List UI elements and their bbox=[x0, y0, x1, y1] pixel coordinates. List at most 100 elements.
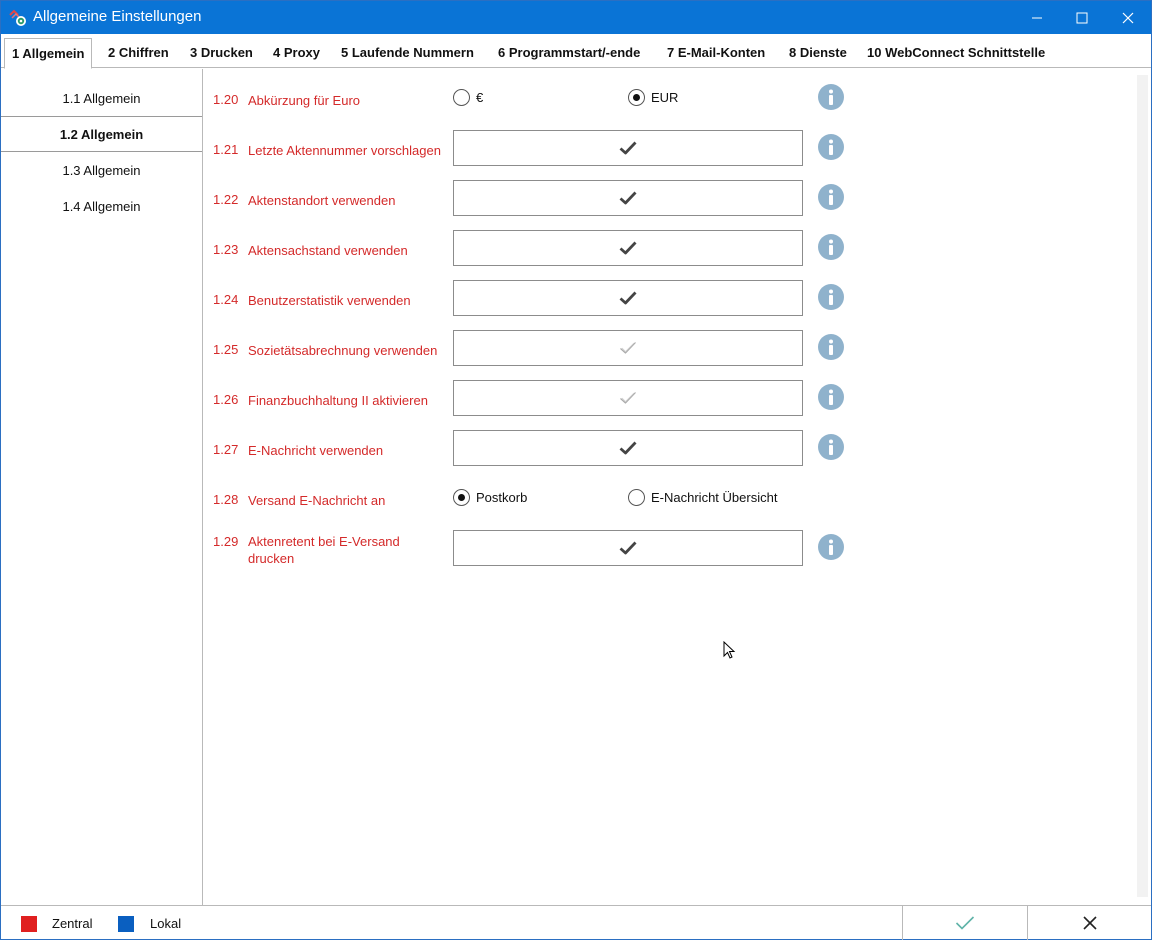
nav-item-1-3[interactable]: 1.3 Allgemein bbox=[1, 153, 202, 189]
radio-label: E-Nachricht Übersicht bbox=[651, 490, 778, 505]
radio-button[interactable] bbox=[628, 89, 645, 106]
setting-label: Abkürzung für Euro bbox=[248, 93, 361, 108]
cancel-button[interactable] bbox=[1027, 906, 1151, 940]
setting-number: 1.24 bbox=[213, 292, 239, 307]
app-settings-icon bbox=[9, 9, 26, 26]
checkmark-icon bbox=[955, 916, 974, 930]
radio-selected-dot bbox=[458, 494, 465, 501]
maximize-icon bbox=[1076, 12, 1088, 23]
minimize-icon bbox=[1032, 17, 1042, 18]
info-glyph-icon bbox=[829, 439, 833, 455]
tab-programmstart[interactable]: 6 Programmstart/-ende bbox=[498, 38, 640, 68]
tab-chiffren[interactable]: 2 Chiffren bbox=[108, 38, 169, 68]
info-icon[interactable] bbox=[818, 134, 844, 160]
setting-checkbox[interactable] bbox=[453, 130, 803, 166]
nav-item-1-2[interactable]: 1.2 Allgemein bbox=[1, 116, 202, 152]
info-icon[interactable] bbox=[818, 384, 844, 410]
setting-row: 1.20 Abkürzung für Euro € EUR bbox=[204, 73, 1134, 123]
ok-button[interactable] bbox=[902, 906, 1026, 940]
radio-button[interactable] bbox=[628, 489, 645, 506]
radio-label: Postkorb bbox=[476, 490, 528, 505]
info-glyph-icon bbox=[829, 289, 833, 305]
setting-checkbox[interactable] bbox=[453, 280, 803, 316]
setting-number: 1.20 bbox=[213, 92, 239, 107]
setting-number: 1.25 bbox=[213, 342, 239, 357]
checkmark-icon bbox=[619, 191, 637, 205]
setting-row: 1.25 Sozietätsabrechnung verwenden bbox=[204, 323, 1134, 373]
tab-allgemein[interactable]: 1 Allgemein bbox=[4, 38, 93, 69]
info-icon[interactable] bbox=[818, 334, 844, 360]
radio-selected-dot bbox=[633, 94, 640, 101]
window-title: Allgemeine Einstellungen bbox=[33, 8, 202, 25]
legend-swatch-zentral bbox=[21, 916, 37, 932]
setting-number: 1.21 bbox=[213, 142, 239, 157]
info-icon[interactable] bbox=[818, 84, 844, 110]
radio-euro-symbol[interactable]: € bbox=[453, 89, 483, 106]
checkmark-outline-icon bbox=[620, 342, 636, 354]
setting-row: 1.26 Finanzbuchhaltung II aktivieren bbox=[204, 373, 1134, 423]
settings-panel: 1.20 Abkürzung für Euro € EUR 1.21 Letzt… bbox=[204, 69, 1134, 905]
setting-row: 1.22 Aktenstandort verwenden bbox=[204, 173, 1134, 223]
checkmark-icon bbox=[619, 241, 637, 255]
close-icon bbox=[1122, 12, 1134, 23]
checkmark-icon bbox=[619, 541, 637, 555]
checkmark-icon bbox=[619, 141, 637, 155]
close-window-button[interactable] bbox=[1105, 1, 1151, 34]
setting-row: 1.21 Letzte Aktennummer vorschlagen bbox=[204, 123, 1134, 173]
maximize-button[interactable] bbox=[1059, 1, 1105, 34]
radio-button[interactable] bbox=[453, 89, 470, 106]
checkmark-outline-icon bbox=[620, 392, 636, 404]
radio-button[interactable] bbox=[453, 489, 470, 506]
mouse-cursor-icon bbox=[723, 641, 736, 659]
tab-laufende-nummern[interactable]: 5 Laufende Nummern bbox=[341, 38, 474, 68]
setting-checkbox[interactable] bbox=[453, 330, 803, 366]
vertical-scrollbar[interactable] bbox=[1134, 69, 1151, 905]
setting-checkbox[interactable] bbox=[453, 430, 803, 466]
setting-number: 1.27 bbox=[213, 442, 239, 457]
tab-dienste[interactable]: 8 Dienste bbox=[789, 38, 847, 68]
setting-checkbox[interactable] bbox=[453, 380, 803, 416]
title-bar: Allgemeine Einstellungen bbox=[1, 1, 1151, 34]
setting-label: Aktensachstand verwenden bbox=[248, 243, 408, 258]
info-icon[interactable] bbox=[818, 534, 844, 560]
setting-number: 1.26 bbox=[213, 392, 239, 407]
setting-label: Sozietätsabrechnung verwenden bbox=[248, 343, 438, 358]
setting-checkbox[interactable] bbox=[453, 180, 803, 216]
setting-label: Finanzbuchhaltung II aktivieren bbox=[248, 393, 428, 408]
setting-row: 1.28 Versand E-Nachricht an Postkorb E-N… bbox=[204, 473, 1134, 523]
setting-label: Aktenretent bei E-Versand drucken bbox=[248, 534, 400, 566]
setting-row: 1.23 Aktensachstand verwenden bbox=[204, 223, 1134, 273]
scrollbar-track[interactable] bbox=[1137, 75, 1148, 897]
minimize-button[interactable] bbox=[1014, 1, 1060, 34]
legend-swatch-lokal bbox=[118, 916, 134, 932]
info-icon[interactable] bbox=[818, 234, 844, 260]
section-nav: 1.1 Allgemein 1.2 Allgemein 1.3 Allgemei… bbox=[1, 69, 203, 905]
radio-e-nachricht-uebersicht[interactable]: E-Nachricht Übersicht bbox=[628, 489, 777, 506]
settings-window: Allgemeine Einstellungen 1 Allgemein 2 C… bbox=[0, 0, 1152, 940]
radio-eur[interactable]: EUR bbox=[628, 89, 678, 106]
info-icon[interactable] bbox=[818, 184, 844, 210]
legend-label-lokal: Lokal bbox=[150, 916, 182, 931]
info-glyph-icon bbox=[829, 239, 833, 255]
setting-label: Versand E-Nachricht an bbox=[248, 493, 386, 508]
info-glyph-icon bbox=[829, 189, 833, 205]
tab-bar: 1 Allgemein 2 Chiffren 3 Drucken 4 Proxy… bbox=[1, 34, 1151, 69]
tab-proxy[interactable]: 4 Proxy bbox=[273, 38, 320, 68]
nav-item-1-1[interactable]: 1.1 Allgemein bbox=[1, 81, 202, 117]
info-glyph-icon bbox=[829, 89, 833, 105]
setting-checkbox[interactable] bbox=[453, 230, 803, 266]
info-icon[interactable] bbox=[818, 284, 844, 310]
info-glyph-icon bbox=[829, 539, 833, 555]
setting-number: 1.23 bbox=[213, 242, 239, 257]
setting-number: 1.28 bbox=[213, 492, 239, 507]
setting-label: E-Nachricht verwenden bbox=[248, 443, 384, 458]
setting-row: 1.29 Aktenretent bei E-Versand drucken bbox=[204, 523, 1134, 573]
tab-drucken[interactable]: 3 Drucken bbox=[190, 38, 253, 68]
radio-postkorb[interactable]: Postkorb bbox=[453, 489, 527, 506]
info-icon[interactable] bbox=[818, 434, 844, 460]
tab-email-konten[interactable]: 7 E-Mail-Konten bbox=[667, 38, 765, 68]
setting-checkbox[interactable] bbox=[453, 530, 803, 566]
tab-webconnect[interactable]: 10 WebConnect Schnittstelle bbox=[867, 38, 1045, 68]
setting-label: Letzte Aktennummer vorschlagen bbox=[248, 143, 441, 158]
nav-item-1-4[interactable]: 1.4 Allgemein bbox=[1, 189, 202, 225]
